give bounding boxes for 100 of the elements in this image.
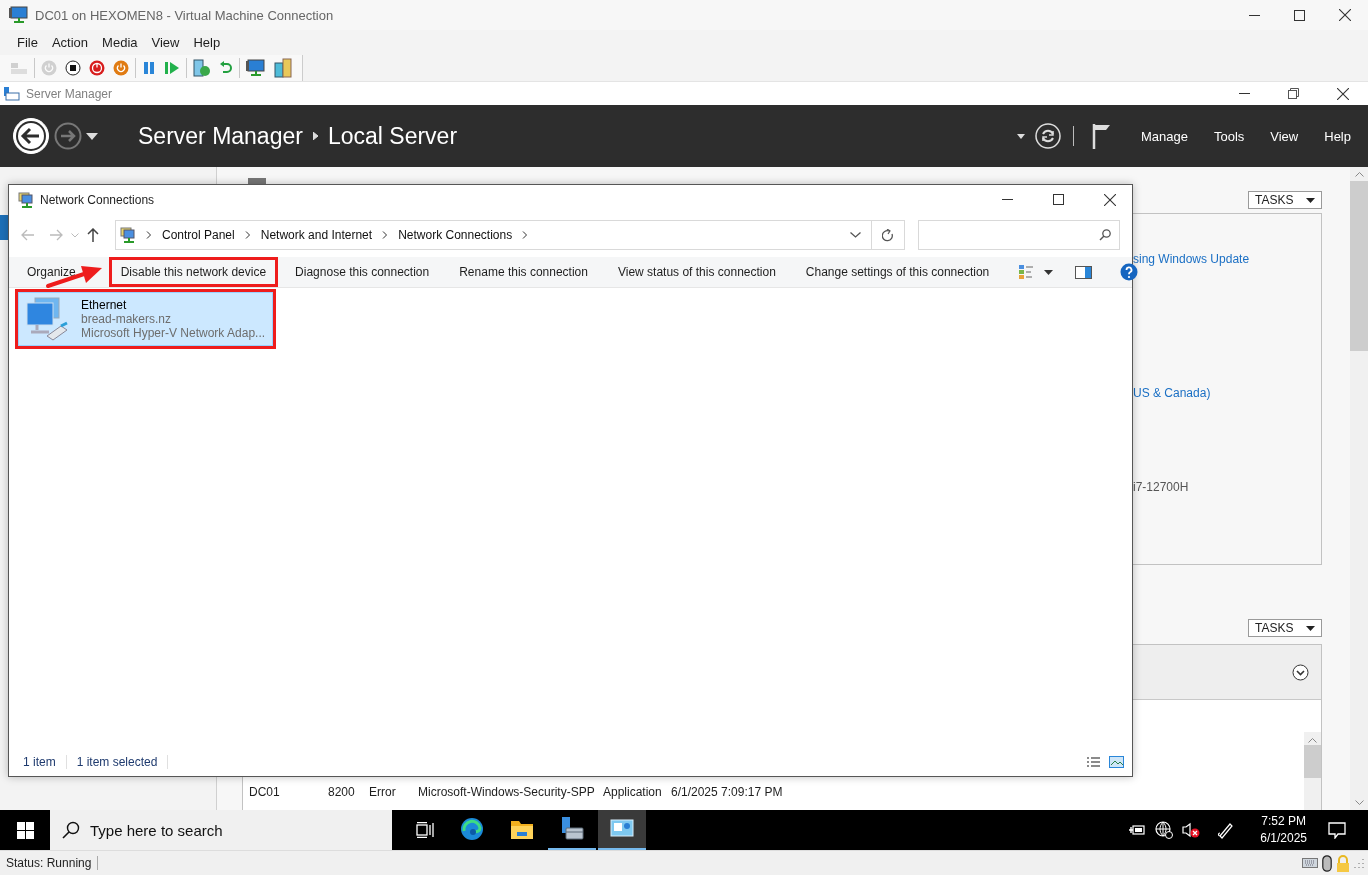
folder-icon xyxy=(510,818,534,840)
toolbar-button[interactable]: View status of this connection xyxy=(608,260,785,284)
chevron-icon xyxy=(382,231,389,239)
chevron-icon xyxy=(146,231,152,239)
mouse-icon xyxy=(1322,854,1332,872)
tiles-view-icon[interactable] xyxy=(1109,756,1124,768)
view-options-icon[interactable] xyxy=(1018,264,1035,280)
menu-item[interactable]: File xyxy=(10,35,45,50)
scrollbar-thumb[interactable] xyxy=(1350,181,1368,351)
window-title: Network Connections xyxy=(40,192,155,207)
close-icon[interactable] xyxy=(1339,9,1351,21)
toolbox-icon xyxy=(4,86,20,101)
menu-item[interactable]: View xyxy=(1257,128,1312,144)
caret-icon[interactable] xyxy=(1044,269,1054,275)
close-icon[interactable] xyxy=(1337,87,1349,100)
breadcrumb-item[interactable]: Network and Internet xyxy=(260,228,373,242)
window-title: DC01 on HEXOMEN8 - Virtual Machine Connection xyxy=(35,7,334,23)
menu-item[interactable]: Media xyxy=(95,35,145,50)
chevron-icon xyxy=(244,231,251,239)
close-icon[interactable] xyxy=(1104,193,1116,206)
status-text: 1 item selected xyxy=(76,755,169,769)
toolbar-button[interactable]: Diagnose this connection xyxy=(286,260,439,284)
server-icon xyxy=(560,816,584,842)
monitor-icon xyxy=(9,6,29,24)
search-input[interactable]: Type here to search xyxy=(88,820,372,840)
triangle-icon xyxy=(312,132,318,140)
task-view-icon[interactable] xyxy=(416,822,434,838)
browser-icon xyxy=(460,817,484,841)
play-icon[interactable] xyxy=(164,61,180,75)
property-value: i7-12700H xyxy=(1133,480,1189,494)
expand-icon[interactable] xyxy=(1292,663,1309,681)
flag-icon[interactable] xyxy=(1091,123,1112,149)
table-cell-text: DC01 xyxy=(249,785,281,799)
search-icon xyxy=(1099,229,1111,241)
clock-date[interactable]: 6/1/2025 xyxy=(1260,830,1307,847)
caret-icon xyxy=(1306,625,1315,631)
table-cell-text: Error xyxy=(369,785,397,799)
resize-grip-icon[interactable] xyxy=(1354,858,1364,868)
status-text: Status: Running xyxy=(0,856,99,870)
network-icon xyxy=(120,227,136,243)
menu-item[interactable]: Help xyxy=(186,35,228,50)
muted-speaker-icon[interactable] xyxy=(1182,822,1201,838)
menu-item[interactable]: Manage xyxy=(1127,128,1201,144)
menu-item[interactable]: View xyxy=(144,35,187,50)
maximize-icon[interactable] xyxy=(1053,194,1064,205)
scroll-down-icon[interactable] xyxy=(1354,800,1364,806)
windows-icon xyxy=(16,821,34,839)
menu-item[interactable]: Tools xyxy=(1200,128,1258,144)
menu-item[interactable]: Help xyxy=(1311,128,1364,144)
preview-pane-icon[interactable] xyxy=(1075,265,1093,279)
connection-name: Ethernet xyxy=(81,298,128,312)
caret-icon xyxy=(1306,197,1315,203)
caret-icon[interactable] xyxy=(86,132,98,140)
toolbar-button[interactable]: Rename this connection xyxy=(450,260,597,284)
globe-icon[interactable] xyxy=(1155,821,1174,839)
property-link[interactable]: sing Windows Update xyxy=(1133,252,1250,266)
up-icon[interactable] xyxy=(87,228,99,242)
toolbar-button[interactable]: Change settings of this connection xyxy=(796,260,999,284)
pause-icon[interactable] xyxy=(142,61,156,75)
table-cell-text: Microsoft-Windows-Security-SPP xyxy=(418,785,596,799)
status-text: 1 item xyxy=(23,755,67,769)
breadcrumb-item: Server Manager xyxy=(138,122,303,150)
notification-icon[interactable] xyxy=(1328,821,1346,839)
tasks-button[interactable]: TASKS xyxy=(1248,191,1322,209)
adapter-name: Microsoft Hyper-V Network Adap... xyxy=(81,326,266,340)
toolbar-button[interactable]: Organize xyxy=(18,260,85,284)
breadcrumb-item[interactable]: Network Connections xyxy=(398,228,513,242)
monitor-icon xyxy=(610,819,634,839)
maximize-icon[interactable] xyxy=(1294,9,1305,21)
property-link[interactable]: US & Canada) xyxy=(1133,386,1211,400)
connection-item[interactable]: Ethernet bread-makers.nz Microsoft Hyper-V Network Adap... xyxy=(18,292,273,346)
search-field[interactable]: Type here to search xyxy=(50,810,392,850)
toolbar-button[interactable]: Disable this network device xyxy=(111,260,276,284)
lock-icon xyxy=(1336,854,1350,872)
network-icon xyxy=(18,191,34,208)
chevron-down-icon[interactable] xyxy=(850,232,861,238)
network-name: bread-makers.nz xyxy=(81,312,173,326)
keyboard-icon xyxy=(1302,858,1318,868)
search-icon xyxy=(62,821,80,839)
undo-icon[interactable] xyxy=(219,60,233,76)
taskbar-button[interactable] xyxy=(598,810,646,850)
search-field[interactable] xyxy=(918,220,1120,250)
caret-icon[interactable] xyxy=(1016,133,1025,139)
scrollbar-thumb[interactable] xyxy=(1304,745,1321,778)
battery-icon[interactable] xyxy=(1128,824,1147,836)
restore-icon[interactable] xyxy=(1288,88,1299,99)
table-cell-text: 6/1/2025 7:09:17 PM xyxy=(671,785,784,799)
window-title: Server Manager xyxy=(26,86,113,101)
table-cell-text: Application xyxy=(603,785,663,799)
breadcrumb-item[interactable]: Control Panel xyxy=(162,228,235,242)
chevron-icon xyxy=(522,231,529,239)
scroll-up-icon[interactable] xyxy=(1308,737,1317,743)
breadcrumb-item: Local Server xyxy=(327,122,458,150)
menu-item[interactable]: Action xyxy=(44,35,96,50)
clock-time[interactable]: 7:52 PM xyxy=(1261,813,1306,830)
scroll-up-icon[interactable] xyxy=(1354,171,1364,177)
tasks-button[interactable]: TASKS xyxy=(1248,619,1322,637)
refresh-icon[interactable] xyxy=(882,228,894,242)
details-view-icon[interactable] xyxy=(1086,756,1101,768)
address-bar[interactable]: Control Panel Network and Internet Network Connections xyxy=(115,220,872,250)
